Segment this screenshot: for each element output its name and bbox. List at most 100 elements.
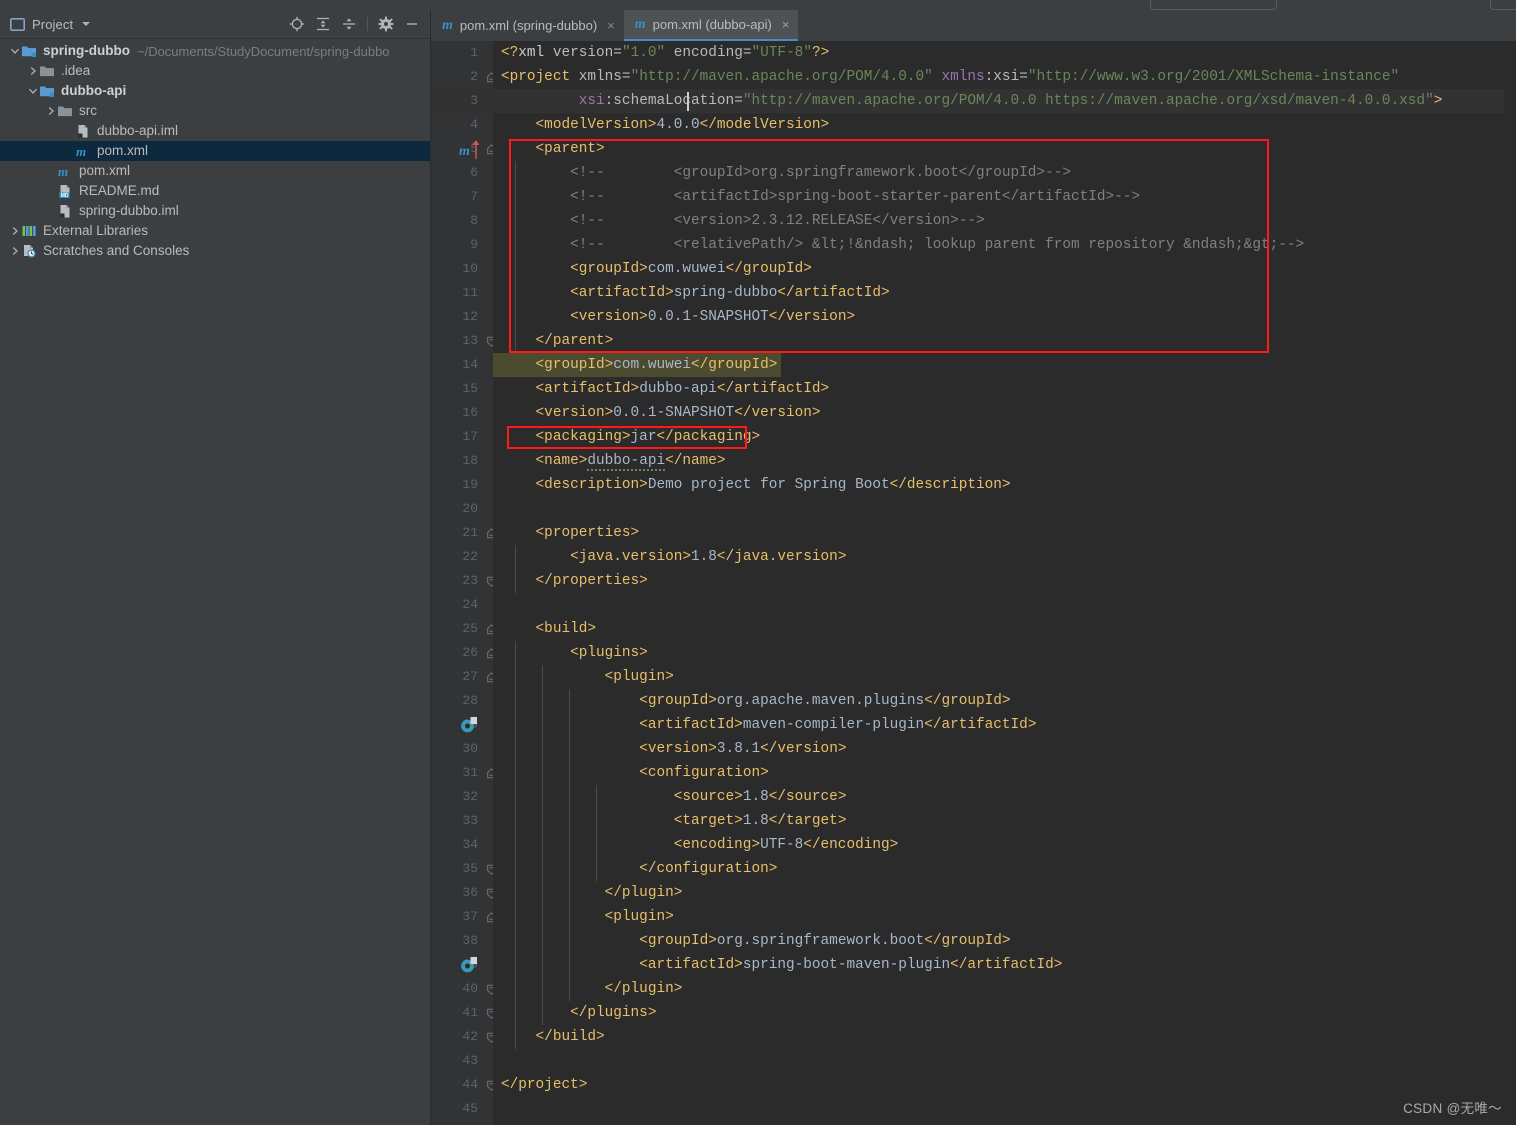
- line-number: 44: [462, 1077, 478, 1092]
- chevron-right-icon[interactable]: [26, 65, 39, 78]
- tree-node-scratches-and-consoles[interactable]: Scratches and Consoles: [0, 241, 430, 261]
- tree-node-dubbo-api-iml[interactable]: dubbo-api.iml: [0, 121, 430, 141]
- code-line-9[interactable]: <!-- <relativePath/> &lt;!&ndash; lookup…: [493, 233, 1516, 257]
- tree-node-idea[interactable]: .idea: [0, 61, 430, 81]
- code-line-38[interactable]: <groupId>org.springframework.boot</group…: [493, 929, 1516, 953]
- collapse-all-icon[interactable]: [337, 13, 361, 35]
- code-line-30[interactable]: <version>3.8.1</version>: [493, 737, 1516, 761]
- line-number: 12: [462, 309, 478, 324]
- svg-text:m: m: [58, 164, 68, 179]
- code-line-31[interactable]: <configuration>: [493, 761, 1516, 785]
- code-line-7[interactable]: <!-- <artifactId>spring-boot-starter-par…: [493, 185, 1516, 209]
- tree-node-readme-md[interactable]: MD README.md: [0, 181, 430, 201]
- code-line-5[interactable]: <parent>: [493, 137, 1516, 161]
- tree-node-dubbo-api[interactable]: dubbo-api: [0, 81, 430, 101]
- code-line-3[interactable]: xsi:schemaLocation="http://maven.apache.…: [493, 89, 1516, 113]
- code-line-35[interactable]: </configuration>: [493, 857, 1516, 881]
- code-line-42[interactable]: </build>: [493, 1025, 1516, 1049]
- line-number: 25: [462, 621, 478, 636]
- editor-tab-1[interactable]: m pom.xml (spring-dubbo) ×: [431, 10, 624, 41]
- code-line-20[interactable]: [493, 497, 1516, 521]
- code-line-18[interactable]: <name>dubbo-api</name>: [493, 449, 1516, 473]
- line-number: 34: [462, 837, 478, 852]
- code-line-4[interactable]: <modelVersion>4.0.0</modelVersion>: [493, 113, 1516, 137]
- toolbar-widget-left[interactable]: [1150, 0, 1277, 10]
- tree-node-src[interactable]: src: [0, 101, 430, 121]
- line-number: 13: [462, 333, 478, 348]
- code-line-26[interactable]: <plugins>: [493, 641, 1516, 665]
- project-panel-title-group[interactable]: Project: [10, 17, 91, 32]
- code-line-41[interactable]: </plugins>: [493, 1001, 1516, 1025]
- chevron-down-icon[interactable]: [82, 22, 91, 26]
- code-line-45[interactable]: [493, 1097, 1516, 1121]
- editor-tab-2[interactable]: m pom.xml (dubbo-api) ×: [623, 10, 799, 41]
- tree-node-spring-dubbo[interactable]: spring-dubbo ~/Documents/StudyDocument/sp…: [0, 41, 430, 61]
- close-icon[interactable]: ×: [782, 17, 790, 32]
- tree-node-label: .idea: [61, 63, 91, 79]
- expand-all-icon[interactable]: [311, 13, 335, 35]
- code-line-34[interactable]: <encoding>UTF-8</encoding>: [493, 833, 1516, 857]
- project-tree[interactable]: spring-dubbo ~/Documents/StudyDocument/sp…: [0, 39, 430, 1125]
- code-line-27[interactable]: <plugin>: [493, 665, 1516, 689]
- tree-node-pom-xml[interactable]: m pom.xml: [0, 141, 430, 161]
- maven-parent-nav-icon[interactable]: m: [459, 140, 485, 165]
- code-line-14[interactable]: <groupId>com.wuwei</groupId>: [493, 353, 1516, 377]
- code-line-6[interactable]: <!-- <groupId>org.springframework.boot</…: [493, 161, 1516, 185]
- code-line-44[interactable]: </project>: [493, 1073, 1516, 1097]
- editor-scrollbar[interactable]: [1504, 41, 1516, 1125]
- tree-node-label: Scratches and Consoles: [43, 243, 190, 259]
- code-line-43[interactable]: [493, 1049, 1516, 1073]
- locate-in-tree-icon[interactable]: [285, 13, 309, 35]
- code-line-13[interactable]: </parent>: [493, 329, 1516, 353]
- code-line-10[interactable]: <groupId>com.wuwei</groupId>: [493, 257, 1516, 281]
- code-line-33[interactable]: <target>1.8</target>: [493, 809, 1516, 833]
- code-line-16[interactable]: <version>0.0.1-SNAPSHOT</version>: [493, 401, 1516, 425]
- code-line-23[interactable]: </properties>: [493, 569, 1516, 593]
- code-line-37[interactable]: <plugin>: [493, 905, 1516, 929]
- line-number: 30: [462, 741, 478, 756]
- code-canvas[interactable]: <?xml version="1.0" encoding="UTF-8"?> <p…: [493, 41, 1516, 1125]
- indent-guide-3: [515, 641, 516, 1049]
- code-line-25[interactable]: <build>: [493, 617, 1516, 641]
- dependency-download-icon[interactable]: [459, 956, 479, 979]
- line-number: 8: [470, 213, 478, 228]
- code-line-28[interactable]: <groupId>org.apache.maven.plugins</group…: [493, 689, 1516, 713]
- code-line-36[interactable]: </plugin>: [493, 881, 1516, 905]
- code-line-15[interactable]: <artifactId>dubbo-api</artifactId>: [493, 377, 1516, 401]
- chevron-down-icon[interactable]: [8, 45, 21, 58]
- gear-icon[interactable]: [374, 13, 398, 35]
- code-line-8[interactable]: <!-- <version>2.3.12.RELEASE</version>--…: [493, 209, 1516, 233]
- tree-node-pom-xml[interactable]: m pom.xml: [0, 161, 430, 181]
- line-number: 16: [462, 405, 478, 420]
- code-line-17[interactable]: <packaging>jar</packaging>: [493, 425, 1516, 449]
- libraries-icon: [21, 224, 38, 239]
- code-line-22[interactable]: <java.version>1.8</java.version>: [493, 545, 1516, 569]
- code-line-11[interactable]: <artifactId>spring-dubbo</artifactId>: [493, 281, 1516, 305]
- chevron-right-icon[interactable]: [44, 105, 57, 118]
- line-number: 3: [470, 93, 478, 108]
- minimize-icon[interactable]: [400, 13, 424, 35]
- tree-node-label: External Libraries: [43, 223, 149, 239]
- editor-gutter[interactable]: 1 2 3 4 5 6 7 8 9 10 11 12 13 14 15 16 17 18 19 20 21 22 23 24 2…: [431, 41, 496, 1125]
- chevron-down-icon[interactable]: [26, 85, 39, 98]
- tree-node-spring-dubbo-iml[interactable]: spring-dubbo.iml: [0, 201, 430, 221]
- maven-file-icon: m: [442, 17, 453, 33]
- chevron-right-icon[interactable]: [8, 225, 21, 238]
- close-icon[interactable]: ×: [607, 18, 615, 33]
- dependency-download-icon[interactable]: [459, 716, 479, 739]
- code-line-29[interactable]: <artifactId>maven-compiler-plugin</artif…: [493, 713, 1516, 737]
- code-line-2[interactable]: <project xmlns="http://maven.apache.org/…: [493, 65, 1516, 89]
- code-line-39[interactable]: <artifactId>spring-boot-maven-plugin</ar…: [493, 953, 1516, 977]
- top-toolbar-strip: [0, 0, 1516, 10]
- code-line-24[interactable]: [493, 593, 1516, 617]
- code-line-1[interactable]: <?xml version="1.0" encoding="UTF-8"?>: [493, 41, 1516, 65]
- code-line-40[interactable]: </plugin>: [493, 977, 1516, 1001]
- code-line-32[interactable]: <source>1.8</source>: [493, 785, 1516, 809]
- tree-node-external-libraries[interactable]: External Libraries: [0, 221, 430, 241]
- line-number: 2: [470, 69, 478, 84]
- chevron-right-icon[interactable]: [8, 245, 21, 258]
- code-line-12[interactable]: <version>0.0.1-SNAPSHOT</version>: [493, 305, 1516, 329]
- code-line-21[interactable]: <properties>: [493, 521, 1516, 545]
- toolbar-widget-right[interactable]: [1490, 0, 1516, 10]
- code-line-19[interactable]: <description>Demo project for Spring Boo…: [493, 473, 1516, 497]
